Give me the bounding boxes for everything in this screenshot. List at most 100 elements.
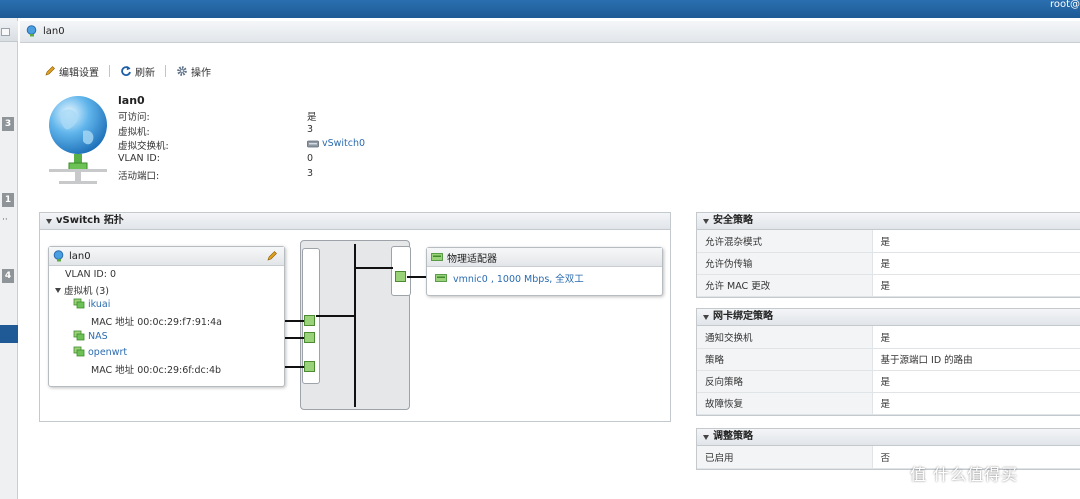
- vm-count-value: 3: [307, 124, 314, 135]
- pencil-icon[interactable]: [266, 250, 278, 262]
- network-icon: [53, 250, 64, 262]
- policy-value: 是: [872, 230, 1080, 253]
- badge-count: 3: [2, 117, 14, 131]
- table-row: 允许混杂模式是: [697, 230, 1080, 253]
- nic-icon: [435, 274, 447, 282]
- table-row: 通知交换机是: [697, 326, 1080, 349]
- rail-selected-item[interactable]: [0, 325, 18, 343]
- security-header[interactable]: 安全策略: [697, 213, 1080, 230]
- vm-item[interactable]: NAS: [73, 330, 108, 342]
- vm-item[interactable]: openwrt: [73, 346, 127, 358]
- edit-settings-button[interactable]: 编辑设置: [44, 64, 99, 79]
- policy-value: 是: [872, 274, 1080, 297]
- toolbar: 编辑设置 刷新 操作: [44, 63, 211, 79]
- table-row: 策略 基于源端口 ID 的路由: [697, 348, 1080, 371]
- adapters-title: 物理适配器: [447, 253, 497, 265]
- vm-link-nas[interactable]: NAS: [88, 331, 108, 342]
- nic-link[interactable]: vmnic0 , 1000 Mbps, 全双工: [453, 271, 584, 285]
- current-user[interactable]: root@: [1050, 0, 1080, 10]
- uplink-port[interactable]: [395, 271, 406, 282]
- table-row: 允许伪传输是: [697, 252, 1080, 275]
- vswitch-value[interactable]: vSwitch0: [307, 138, 365, 149]
- edit-settings-label: 编辑设置: [59, 67, 99, 79]
- wire: [316, 315, 354, 317]
- top-bar: root@: [0, 0, 1080, 18]
- portgroup-card: lan0 VLAN ID: 0 虚拟机 (3) ikuai MAC 地址 00:…: [48, 246, 285, 387]
- toolbar-divider: [109, 65, 110, 77]
- refresh-icon: [121, 66, 131, 76]
- active-ports-value: 3: [307, 168, 314, 179]
- actions-button[interactable]: 操作: [176, 64, 211, 79]
- vm-icon: [73, 346, 85, 357]
- policy-value: 是: [872, 370, 1080, 393]
- network-icon: [26, 25, 37, 37]
- vm-link-ikuai[interactable]: ikuai: [88, 299, 110, 310]
- physical-adapters-card: 物理适配器 vmnic0 , 1000 Mbps, 全双工: [426, 247, 663, 296]
- vm-mac: MAC 地址 00:0c:29:f7:91:4a: [91, 317, 222, 328]
- vm-item[interactable]: ikuai: [73, 298, 110, 310]
- wire: [356, 267, 393, 269]
- wire: [285, 337, 305, 339]
- vm-port[interactable]: [304, 315, 315, 326]
- table-row: 反向策略是: [697, 370, 1080, 393]
- toolbar-divider: [165, 65, 166, 77]
- table-row: 故障恢复是: [697, 392, 1080, 415]
- actions-label: 操作: [191, 67, 211, 79]
- collapse-arrow-icon[interactable]: [703, 218, 709, 224]
- vm-port[interactable]: [304, 361, 315, 372]
- policy-key: 通知交换机: [697, 326, 873, 349]
- shaping-header[interactable]: 调整策略: [697, 429, 1080, 446]
- more-dots[interactable]: ··: [2, 215, 8, 225]
- nic-item[interactable]: vmnic0 , 1000 Mbps, 全双工: [435, 271, 584, 285]
- vlan-id-value: 0: [307, 153, 314, 164]
- collapse-icon[interactable]: [1, 28, 10, 36]
- vm-group-label: 虚拟机 (3): [64, 286, 109, 297]
- teaming-header[interactable]: 网卡绑定策略: [697, 309, 1080, 326]
- vm-mac: MAC 地址 00:0c:29:6f:dc:4b: [91, 365, 222, 376]
- topology-header[interactable]: vSwitch 拓扑: [40, 213, 670, 230]
- expand-arrow-icon[interactable]: [55, 287, 61, 293]
- refresh-label: 刷新: [135, 67, 155, 79]
- vswitch-link[interactable]: vSwitch0: [322, 138, 365, 149]
- vm-group-toggle[interactable]: 虚拟机 (3): [55, 283, 109, 297]
- policy-value: 基于源端口 ID 的路由: [872, 348, 1080, 371]
- rail-header: [0, 21, 18, 42]
- wire: [407, 276, 427, 278]
- teaming-policy-panel: 网卡绑定策略 通知交换机是 策略 基于源端口 ID 的路由 反向策略是 故障恢复是: [696, 308, 1080, 416]
- table-row: 允许 MAC 更改是: [697, 274, 1080, 297]
- shaping-policy-panel: 调整策略 已启用否: [696, 428, 1080, 470]
- adapters-header: 物理适配器: [427, 248, 662, 267]
- policy-key: 允许伪传输: [697, 252, 873, 275]
- table-row: 已启用否: [697, 446, 1080, 469]
- portgroup-vlan: VLAN ID: 0: [65, 269, 117, 280]
- portgroup-name: lan0: [118, 94, 145, 107]
- security-title: 安全策略: [713, 215, 753, 226]
- active-ports-label: 活动端口:: [118, 171, 160, 182]
- refresh-button[interactable]: 刷新: [120, 64, 155, 79]
- badge-count: 1: [2, 193, 14, 207]
- wire: [285, 366, 305, 368]
- wire: [285, 320, 305, 322]
- collapse-arrow-icon[interactable]: [46, 218, 52, 224]
- vlan-id-label: VLAN ID:: [118, 153, 160, 164]
- policy-key: 故障恢复: [697, 392, 873, 415]
- policy-value: 是: [872, 392, 1080, 415]
- topology-title: vSwitch 拓扑: [56, 215, 124, 226]
- badge-count: 4: [2, 269, 14, 283]
- policy-value: 是: [872, 326, 1080, 349]
- portgroup-card-title: lan0: [69, 250, 91, 262]
- vm-icon: [73, 298, 85, 309]
- vswitch-label: 虚拟交换机:: [118, 141, 169, 152]
- collapse-arrow-icon[interactable]: [703, 314, 709, 320]
- watermark: 值 什么值得买: [910, 465, 1019, 484]
- policy-key: 已启用: [697, 446, 873, 469]
- shaping-title: 调整策略: [713, 431, 753, 442]
- collapse-arrow-icon[interactable]: [703, 434, 709, 440]
- pencil-icon: [45, 66, 55, 76]
- portgroup-card-header: lan0: [49, 247, 284, 266]
- vm-icon: [73, 330, 85, 341]
- globe-network-icon: [49, 96, 107, 184]
- policy-value: 是: [872, 252, 1080, 275]
- vm-link-openwrt[interactable]: openwrt: [88, 347, 127, 358]
- vm-port[interactable]: [304, 332, 315, 343]
